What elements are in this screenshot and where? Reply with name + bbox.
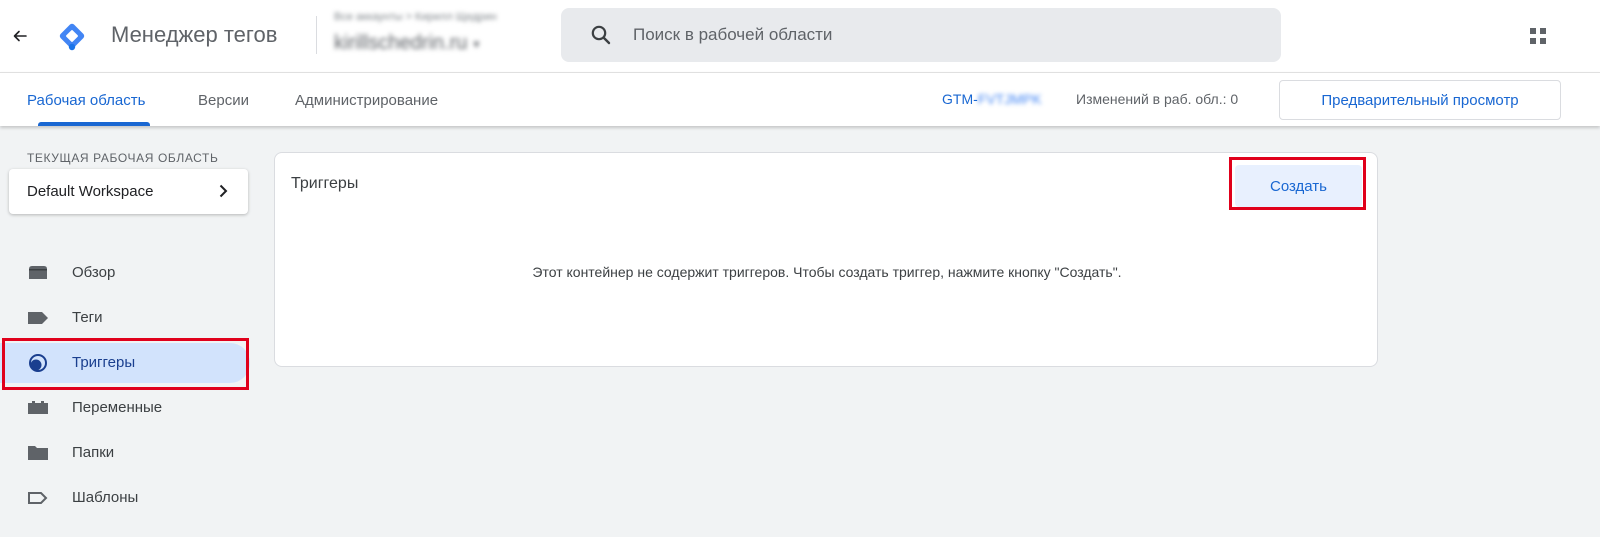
template-icon (28, 492, 48, 504)
container-name: kirillschedrin.ru (334, 32, 468, 54)
top-bar: Менеджер тегов Все аккаунты > Кирилл Щед… (0, 0, 1600, 72)
container-id-suffix: FVTJMPK (977, 91, 1042, 107)
chevron-right-icon (219, 184, 228, 198)
sidebar-item-label: Теги (72, 309, 103, 326)
sidebar-item-label: Шаблоны (72, 489, 139, 506)
triggers-card: Триггеры Создать Этот контейнер не содер… (274, 152, 1378, 367)
app-title: Менеджер тегов (111, 22, 278, 47)
container-selector[interactable]: kirillschedrin.ru ▾ (334, 32, 479, 55)
variable-icon (28, 401, 48, 414)
account-breadcrumb[interactable]: Все аккаунты > Кирилл Щедрин (334, 11, 497, 23)
sidebar-item-variables[interactable]: Переменные (0, 388, 250, 428)
sidebar-item-label: Переменные (72, 399, 163, 416)
create-trigger-button[interactable]: Создать (1235, 165, 1362, 207)
sidebar-item-label: Обзор (72, 264, 116, 281)
tab-versions[interactable]: Версии (198, 73, 249, 127)
tab-workspace[interactable]: Рабочая область (27, 73, 145, 127)
tag-manager-logo-icon[interactable] (54, 18, 90, 54)
empty-state-message: Этот контейнер не содержит триггеров. Чт… (532, 264, 1122, 280)
page-title: Триггеры (291, 175, 359, 192)
sidebar-item-folders[interactable]: Папки (0, 433, 250, 473)
container-id-prefix: GTM- (942, 91, 978, 107)
sidebar-item-label: Папки (72, 444, 115, 461)
header-divider (316, 16, 317, 54)
back-arrow-icon[interactable] (6, 22, 34, 50)
trigger-icon (29, 354, 47, 372)
apps-grid-icon[interactable] (1526, 24, 1550, 48)
workspace-search[interactable] (561, 8, 1281, 62)
workspace-changes-count: Изменений в раб. обл.: 0 (1076, 91, 1239, 107)
current-workspace-label: ТЕКУЩАЯ РАБОЧАЯ ОБЛАСТЬ (27, 151, 219, 165)
overview-icon (29, 266, 47, 279)
search-icon (591, 25, 611, 45)
sidebar-item-label: Триггеры (72, 354, 136, 371)
tab-admin[interactable]: Администрирование (295, 73, 438, 127)
preview-button[interactable]: Предварительный просмотр (1279, 80, 1561, 120)
folder-icon (28, 446, 48, 460)
container-id[interactable]: GTM-FVTJMPK (942, 91, 1042, 107)
dropdown-arrow-icon: ▾ (473, 36, 480, 51)
sidebar-item-tags[interactable]: Теги (0, 298, 250, 338)
workspace-nav: Рабочая область Версии Администрирование… (0, 72, 1600, 126)
sidebar-item-templates[interactable]: Шаблоны (0, 478, 250, 518)
active-tab-indicator (38, 122, 150, 126)
tag-icon (28, 312, 48, 324)
sidebar-item-triggers[interactable]: Триггеры (0, 343, 250, 383)
sidebar-item-overview[interactable]: Обзор (0, 253, 250, 293)
workspace-selector[interactable]: Default Workspace (9, 169, 248, 214)
search-input[interactable] (633, 8, 1253, 62)
workspace-name: Default Workspace (27, 183, 154, 200)
